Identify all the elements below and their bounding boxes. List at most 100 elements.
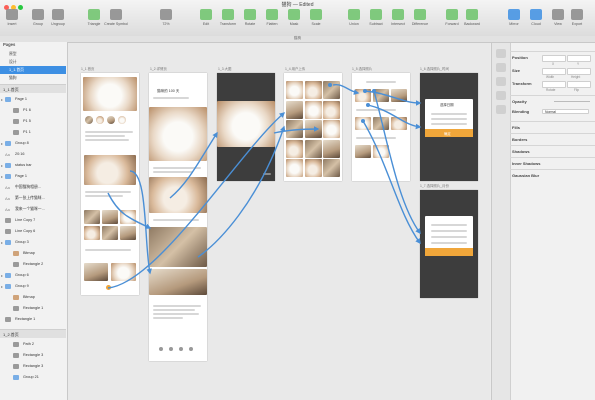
toolbar-export-button[interactable]: Export	[565, 9, 589, 26]
disclosure-icon[interactable]: ▸	[1, 171, 3, 182]
disclosure-icon[interactable]: ▸	[1, 138, 3, 149]
page-item[interactable]: 猫狗	[0, 74, 66, 82]
toolbar-union-button[interactable]: Union	[342, 9, 366, 26]
toolbar-insert-button[interactable]: Insert	[0, 9, 24, 26]
resize-icon[interactable]	[496, 63, 506, 72]
page-item[interactable]: 1_1.首页	[0, 66, 66, 74]
layer-row[interactable]: Path 2	[0, 339, 66, 350]
layer-row[interactable]: P1 6	[0, 105, 66, 116]
width-field[interactable]	[542, 68, 566, 75]
x-field[interactable]	[542, 55, 566, 62]
toolbar-label: Edit	[202, 22, 210, 26]
layer-row[interactable]: Rectangle 2	[0, 259, 66, 270]
layer-row[interactable]: Rectangle 3	[0, 350, 66, 361]
layers-sidebar: Pages 原型 设计 1_1.首页 猫狗 1_1.首页 ▸ Page 1 P1 6 P1 …	[0, 42, 68, 400]
toolbar-backward-button[interactable]: Backward	[460, 9, 484, 26]
fills-label[interactable]: Fills	[512, 125, 594, 130]
layer-row[interactable]: Bitmap	[0, 248, 66, 259]
disclosure-icon[interactable]: ▸	[1, 160, 3, 171]
flip-field[interactable]	[567, 81, 591, 88]
opacity-slider[interactable]	[554, 101, 590, 102]
layer-row[interactable]: ▸ Group 9	[0, 281, 66, 292]
inner-shadows-label[interactable]: Inner Shadows	[512, 161, 594, 166]
layer-label: Path 2	[23, 342, 34, 346]
document-tab[interactable]: 猫狗	[0, 36, 595, 41]
layer-row[interactable]: ▸ Group 8	[0, 138, 66, 149]
layer-label: Group 6	[15, 273, 29, 277]
toolbar-scale-button[interactable]: Scale	[304, 9, 328, 26]
toolbar-edit-button[interactable]: Edit	[194, 9, 218, 26]
toolbar-mask-button[interactable]: Mask	[282, 9, 306, 26]
toolbar-label: Difference	[411, 22, 429, 26]
toolbar-flatten-button[interactable]: Flatten	[260, 9, 284, 26]
shadows-label[interactable]: Shadows	[512, 149, 594, 154]
layer-row[interactable]: Aa 我来一个猫咪一...	[0, 204, 66, 215]
toolbar-mirror-button[interactable]: Mirror	[502, 9, 526, 26]
layer-row[interactable]: ▸ status bar	[0, 160, 66, 171]
layer-row[interactable]: ▸ Page 1	[0, 171, 66, 182]
disclosure-icon[interactable]: ▸	[1, 281, 3, 292]
zoom-icon	[160, 9, 172, 20]
shape-icon	[5, 317, 11, 322]
toolbar-difference-button[interactable]: Difference	[408, 9, 432, 26]
disclosure-icon[interactable]: ▸	[1, 94, 3, 105]
link-hotspot[interactable]	[363, 89, 367, 93]
disclosure-icon[interactable]: ▸	[1, 270, 3, 281]
toolbar-triangle-button[interactable]: Triangle	[82, 9, 106, 26]
y-field[interactable]	[567, 55, 591, 62]
view-icon	[552, 9, 564, 20]
toolbar-72--button[interactable]: 72%	[154, 9, 178, 26]
layer-row[interactable]: Rectangle 1	[0, 303, 66, 314]
layer-row[interactable]: Rectangle 3	[0, 361, 66, 372]
layer-row[interactable]: ▸ Page 1	[0, 94, 66, 105]
toolbar-subtract-button[interactable]: Subtract	[364, 9, 388, 26]
link-hotspot[interactable]	[372, 89, 376, 93]
toolbar-cloud-button[interactable]: Cloud	[524, 9, 548, 26]
layer-label: Rectangle 2	[23, 262, 44, 266]
style-icon[interactable]	[496, 77, 506, 86]
layer-row[interactable]: P1 5	[0, 116, 66, 127]
page-item[interactable]: 设计	[0, 58, 66, 66]
blending-select[interactable]: Normal	[542, 109, 589, 114]
text-icon[interactable]	[496, 91, 506, 100]
link-hotspot[interactable]	[366, 103, 370, 107]
gaussian-blur-label[interactable]: Gaussian Blur	[512, 173, 594, 178]
toolbar-transform-button[interactable]: Transform	[216, 9, 240, 26]
toolbar-label: Insert	[7, 22, 17, 26]
folder-icon	[5, 174, 11, 179]
toolbar-create-symbol-button[interactable]: Create Symbol	[104, 9, 128, 26]
disclosure-icon[interactable]: ▸	[1, 237, 3, 248]
toolbar-rotate-button[interactable]: Rotate	[238, 9, 262, 26]
layer-row[interactable]: Bitmap	[0, 292, 66, 303]
toolbar-intersect-button[interactable]: Intersect	[386, 9, 410, 26]
layers-section-header-2[interactable]: 1_2.首页	[0, 329, 66, 338]
ungroup-icon	[52, 9, 64, 20]
layer-row[interactable]: Aa 20:16	[0, 149, 66, 160]
link-hotspot[interactable]	[328, 83, 332, 87]
height-caption: Height	[571, 75, 581, 79]
link-hotspot[interactable]	[361, 119, 365, 123]
height-field[interactable]	[567, 68, 591, 75]
layer-row[interactable]: Rectangle 1	[0, 314, 66, 325]
layers-section-header[interactable]: 1_1.首页	[0, 84, 66, 93]
page-item[interactable]: 原型	[0, 50, 66, 58]
borders-label[interactable]: Borders	[512, 137, 594, 142]
window-toolbar: 猫狗 — Edited Insert Group Ungroup Triangle Cr…	[0, 0, 595, 37]
layer-row[interactable]: Aa 第一张上传猫咪...	[0, 193, 66, 204]
layer-row[interactable]: Line Copy 7	[0, 215, 66, 226]
layer-row[interactable]: ▸ Group 6	[0, 270, 66, 281]
link-arrow	[197, 125, 286, 258]
layer-label: P1 1	[23, 130, 31, 134]
toolbar-ungroup-button[interactable]: Ungroup	[46, 9, 70, 26]
folder-icon	[5, 240, 11, 245]
rotate-field[interactable]	[542, 81, 566, 88]
layer-row[interactable]: P1 1	[0, 127, 66, 138]
layer-row[interactable]: Group 21	[0, 372, 66, 383]
layer-row[interactable]: ▸ Group 3	[0, 237, 66, 248]
align-icon[interactable]	[496, 49, 506, 58]
design-canvas[interactable]: 1_1.首页 1_2.详情页 1_3.大图 1_4.用户上传 1_5.选择照片 …	[68, 43, 490, 400]
layer-row[interactable]: Line Copy 6	[0, 226, 66, 237]
export-icon[interactable]	[496, 105, 506, 114]
layer-row[interactable]: Aa 中国猫狗相册...	[0, 182, 66, 193]
toolbar-label: Rotate	[244, 22, 256, 26]
